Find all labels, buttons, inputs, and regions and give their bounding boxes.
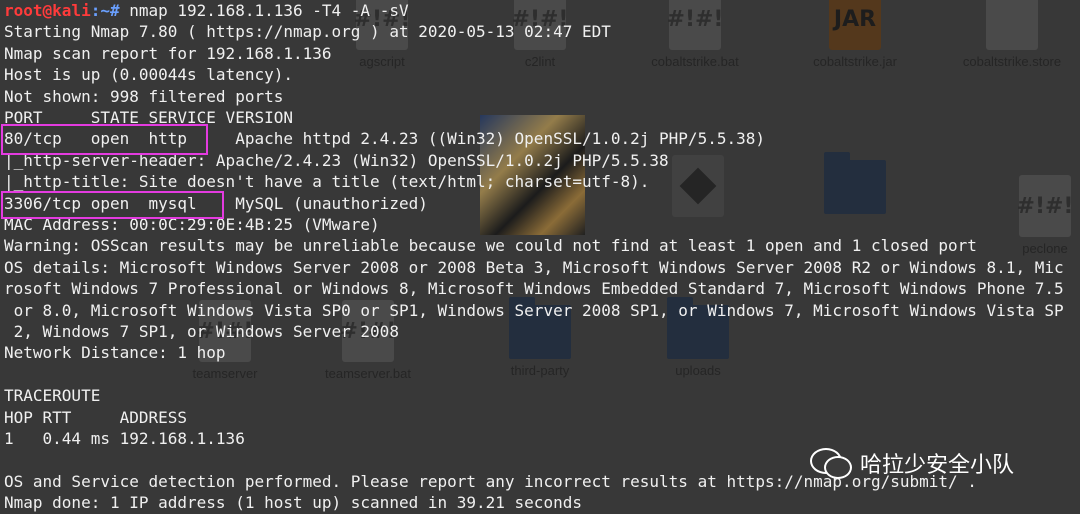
terminal-line: Nmap done: 1 IP address (1 host up) scan… bbox=[4, 493, 582, 513]
watermark-text: 哈拉少安全小队 bbox=[860, 453, 1015, 478]
terminal-line: TRACEROUTE bbox=[4, 386, 101, 406]
watermark: 哈拉少安全小队 bbox=[810, 446, 1014, 480]
highlight-port-3306 bbox=[1, 191, 224, 219]
prompt-user: root@kali bbox=[4, 1, 91, 20]
terminal-line: Warning: OSScan results may be unreliabl… bbox=[4, 236, 977, 256]
prompt-path: :~# bbox=[90, 1, 120, 20]
terminal-line: rosoft Windows 7 Professional or Windows… bbox=[4, 279, 1064, 299]
terminal-line: or 8.0, Microsoft Windows Vista SP0 or S… bbox=[4, 300, 1064, 320]
terminal-line: Host is up (0.00044s latency). bbox=[4, 65, 293, 85]
terminal-line: Network Distance: 1 hop bbox=[4, 343, 226, 363]
prompt-line: root@kali:~# nmap 192.168.1.136 -T4 -A -… bbox=[4, 0, 409, 21]
terminal-line: Nmap scan report for 192.168.1.136 bbox=[4, 43, 332, 63]
terminal-line: HOP RTT ADDRESS bbox=[4, 407, 188, 427]
command-text: nmap 192.168.1.136 -T4 -A -sV bbox=[119, 1, 409, 20]
wechat-icon bbox=[810, 446, 852, 480]
terminal-line: 1 0.44 ms 192.168.1.136 bbox=[4, 429, 245, 448]
terminal-line: Not shown: 998 filtered ports bbox=[4, 86, 284, 106]
terminal-line: OS details: Microsoft Windows Server 200… bbox=[4, 257, 1064, 277]
terminal-window[interactable]: root@kali:~# nmap 192.168.1.136 -T4 -A -… bbox=[0, 0, 1080, 514]
highlight-port-80 bbox=[1, 124, 208, 155]
terminal-line: |_http-title: Site doesn't have a title … bbox=[4, 172, 650, 192]
terminal-line: 2, Windows 7 SP1, or Windows Server 2008 bbox=[4, 322, 399, 341]
terminal-line: Starting Nmap 7.80 ( https://nmap.org ) … bbox=[4, 22, 611, 42]
